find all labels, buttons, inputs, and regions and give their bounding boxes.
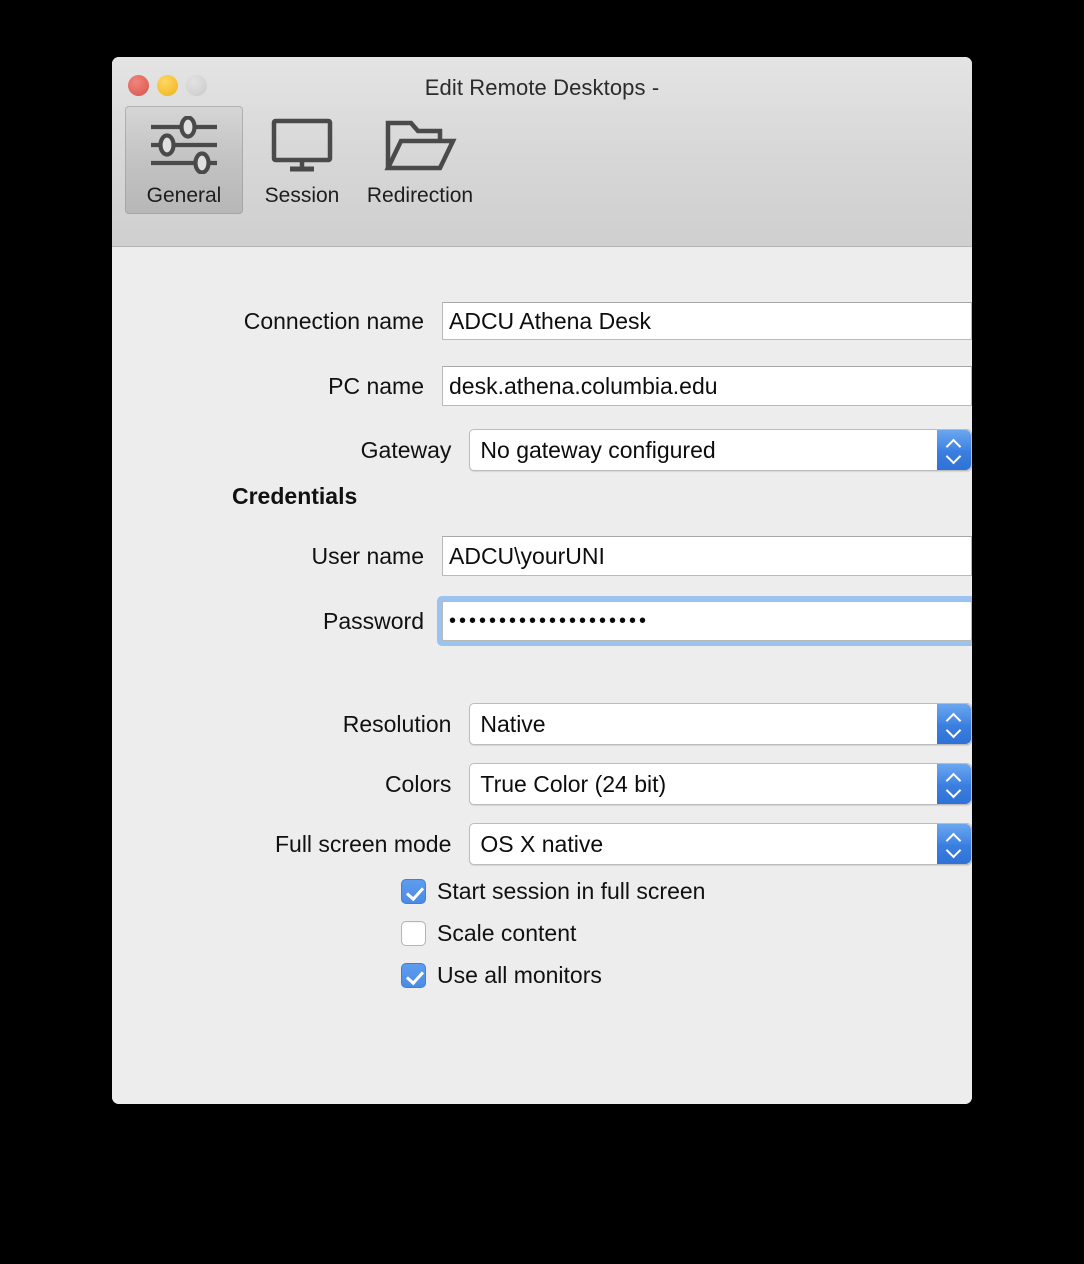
window-title: Edit Remote Desktops - (424, 75, 660, 100)
checkbox-start-session-full-screen[interactable]: Start session in full screen (401, 878, 705, 905)
toolbar-item-general[interactable]: General (125, 106, 243, 214)
full-screen-mode-row: Full screen mode OS X native (112, 823, 972, 865)
screen: Edit Remote Desktops - General Session R… (0, 0, 1084, 1264)
general-pane: Connection name ADCU Athena Desk PC name… (112, 247, 972, 1104)
colors-row: Colors True Color (24 bit) (112, 763, 972, 805)
toolbar-item-redirection-label: Redirection (366, 184, 474, 207)
connection-name-field-wrap: ADCU Athena Desk (442, 302, 972, 340)
folder-icon (381, 114, 459, 176)
password-masked-value: •••••••••••••••••••• (449, 610, 650, 632)
chevron-down-icon (947, 786, 961, 794)
gateway-label: Gateway (360, 436, 452, 463)
gateway-stepper[interactable] (937, 430, 971, 470)
user-name-field-wrap: ADCU\yourUNI (442, 536, 972, 576)
connection-name-row: Connection name ADCU Athena Desk (112, 302, 972, 340)
full-screen-mode-stepper[interactable] (937, 824, 971, 864)
checkbox-label: Scale content (437, 920, 577, 946)
colors-select[interactable]: True Color (24 bit) (469, 763, 972, 805)
chevron-up-icon (947, 714, 961, 722)
full-screen-mode-label: Full screen mode (274, 830, 452, 857)
connection-name-input[interactable]: ADCU Athena Desk (442, 302, 972, 340)
full-screen-mode-select[interactable]: OS X native (469, 823, 972, 865)
chevron-down-icon (947, 452, 961, 460)
full-screen-mode-select-value: OS X native (480, 830, 604, 857)
chevron-down-icon (947, 846, 961, 854)
password-label: Password (323, 607, 424, 634)
password-row: Password •••••••••••••••••••• (112, 596, 972, 646)
resolution-row: Resolution Native (112, 703, 972, 745)
chevron-down-icon (947, 726, 961, 734)
user-name-input[interactable]: ADCU\yourUNI (442, 536, 972, 576)
toolbar-item-session[interactable]: Session (243, 106, 361, 214)
window-titlebar: Edit Remote Desktops - General Session R… (112, 57, 972, 247)
sliders-icon (147, 114, 221, 176)
colors-select-value: True Color (24 bit) (480, 770, 667, 797)
checkbox-label: Use all monitors (437, 962, 602, 988)
password-field-wrap: •••••••••••••••••••• (437, 596, 972, 646)
colors-label: Colors (384, 770, 452, 797)
checkbox-label: Start session in full screen (437, 878, 706, 904)
monitor-icon (265, 114, 339, 176)
resolution-stepper[interactable] (937, 704, 971, 744)
pc-name-field-wrap: desk.athena.columbia.edu (442, 366, 972, 406)
resolution-label: Resolution (342, 710, 452, 737)
toolbar: General Session Redirection (125, 106, 479, 214)
edit-remote-desktops-window: Edit Remote Desktops - General Session R… (112, 57, 972, 1104)
user-name-row: User name ADCU\yourUNI (112, 536, 972, 576)
gateway-row: Gateway No gateway configured (112, 429, 972, 471)
toolbar-item-session-label: Session (264, 184, 340, 207)
toolbar-item-general-label: General (146, 184, 222, 207)
gateway-select-value: No gateway configured (480, 436, 716, 463)
toolbar-item-redirection[interactable]: Redirection (361, 106, 479, 214)
checkbox-box[interactable] (401, 879, 426, 904)
checkbox-box[interactable] (401, 963, 426, 988)
gateway-select[interactable]: No gateway configured (469, 429, 972, 471)
chevron-up-icon (947, 774, 961, 782)
pc-name-row: PC name desk.athena.columbia.edu (112, 366, 972, 406)
resolution-select-value: Native (480, 710, 546, 737)
resolution-select[interactable]: Native (469, 703, 972, 745)
user-name-label: User name (311, 542, 424, 569)
connection-name-label: Connection name (243, 307, 424, 334)
password-input[interactable]: •••••••••••••••••••• (442, 601, 972, 641)
checkbox-box[interactable] (401, 921, 426, 946)
checkbox-use-all-monitors[interactable]: Use all monitors (401, 962, 602, 989)
chevron-up-icon (947, 440, 961, 448)
credentials-heading-row: Credentials (112, 483, 972, 510)
pc-name-label: PC name (328, 372, 424, 399)
colors-stepper[interactable] (937, 764, 971, 804)
chevron-up-icon (947, 834, 961, 842)
checkbox-scale-content[interactable]: Scale content (401, 920, 576, 947)
pc-name-input[interactable]: desk.athena.columbia.edu (442, 366, 972, 406)
credentials-heading: Credentials (232, 483, 358, 509)
